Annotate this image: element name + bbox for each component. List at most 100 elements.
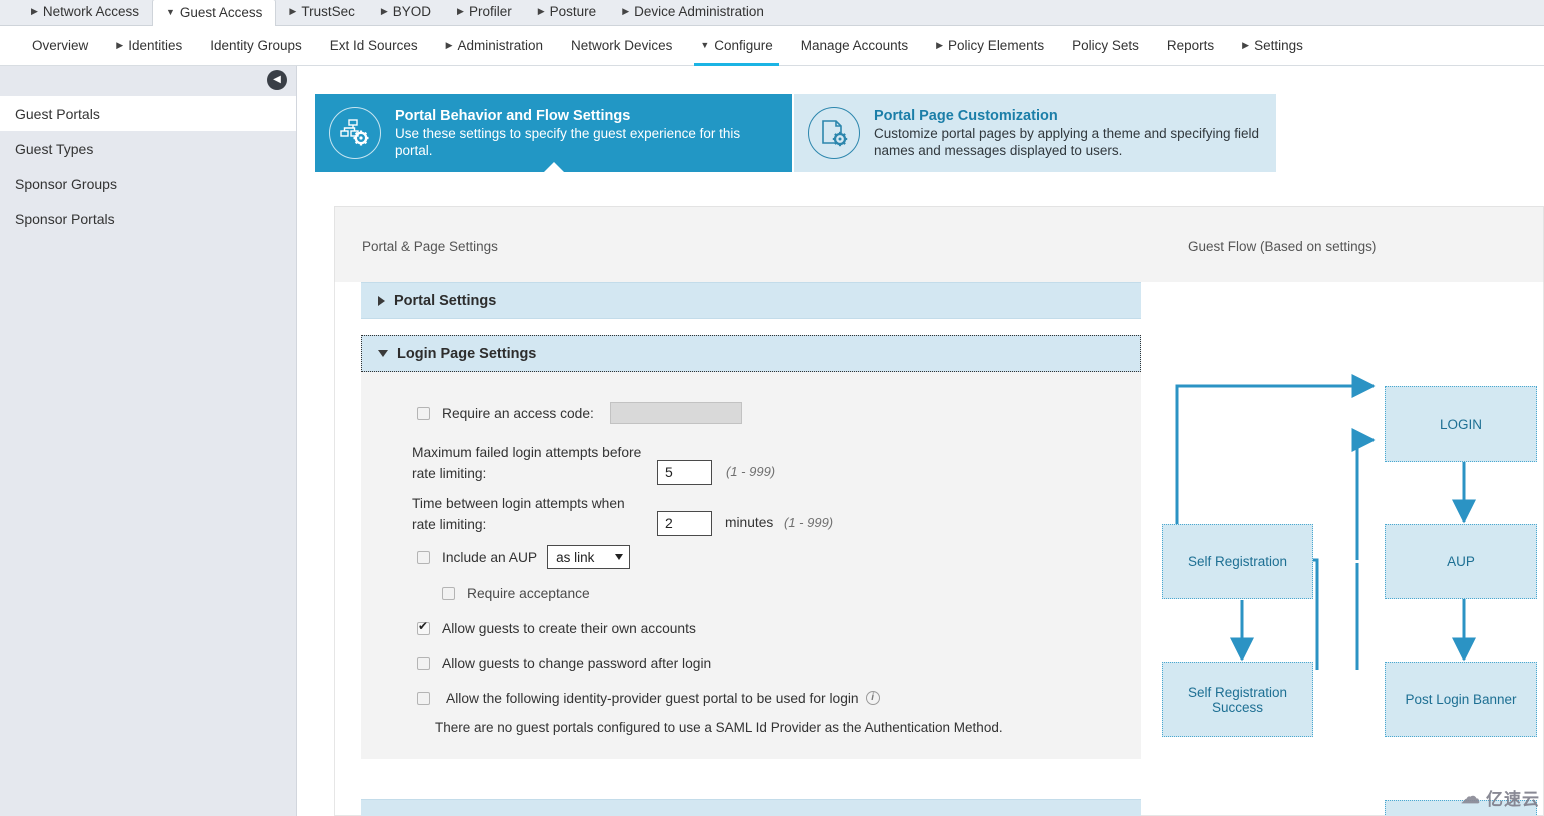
chevron-left-icon[interactable]: ◀ <box>267 70 287 90</box>
caret-right-icon: ▶ <box>1242 40 1250 50</box>
flow-node-login[interactable]: LOGIN <box>1385 386 1537 462</box>
tab-description: Use these settings to specify the guest … <box>395 126 741 158</box>
nav-tab-label: Administration <box>457 38 544 53</box>
nav-tab-policy-sets[interactable]: Policy Sets <box>1058 26 1153 66</box>
row-include-aup: Include an AUP as link <box>361 541 1141 573</box>
require-access-code-label: Require an access code: <box>442 405 594 421</box>
allow-change-password-checkbox[interactable] <box>417 656 430 670</box>
settings-step-tabs: Portal Behavior and Flow Settings Use th… <box>315 94 1276 173</box>
max-failed-input[interactable]: 5 <box>657 460 712 485</box>
flow-node-post-login-banner[interactable]: Post Login Banner <box>1385 662 1537 737</box>
sidebar-item-label: Sponsor Portals <box>15 210 115 227</box>
sidebar-item-sponsor-groups[interactable]: Sponsor Groups <box>0 166 296 201</box>
flow-node-aup[interactable]: AUP <box>1385 524 1537 599</box>
info-icon[interactable]: i <box>865 691 880 705</box>
product-tab-network-access[interactable]: ▶ Network Access <box>18 0 152 25</box>
caret-right-icon: ▶ <box>537 6 545 16</box>
portal-page-settings-title: Portal & Page Settings <box>362 239 498 254</box>
triangle-right-icon <box>378 295 385 306</box>
guest-flow-diagram: LOGIN Self Registration AUP Self Registr… <box>1152 150 1544 816</box>
nav-tab-configure[interactable]: ▼ Configure <box>686 26 786 66</box>
section-next-collapsed-header[interactable] <box>361 799 1141 816</box>
require-acceptance-checkbox[interactable] <box>442 586 455 600</box>
nav-tab-administration[interactable]: ▶ Administration <box>432 26 557 66</box>
flow-node-self-registration[interactable]: Self Registration <box>1162 524 1313 599</box>
nav-tab-identities[interactable]: ▶ Identities <box>102 26 196 66</box>
section-login-page-settings-header[interactable]: Login Page Settings <box>361 335 1141 372</box>
include-aup-label: Include an AUP <box>442 549 538 565</box>
aup-display-select[interactable]: as link <box>547 545 631 569</box>
row-time-between-login-attempts: Time between login attempts when rate li… <box>361 493 1141 537</box>
nav-tab-ext-id-sources[interactable]: Ext Id Sources <box>316 26 432 66</box>
section-portal-settings-header[interactable]: Portal Settings <box>361 282 1141 319</box>
allow-create-accounts-label: Allow guests to create their own account… <box>442 620 696 636</box>
nav-tab-label: Configure <box>714 38 773 53</box>
flow-node-self-registration-success[interactable]: Self Registration Success <box>1162 662 1313 737</box>
nav-tab-label: Identities <box>128 38 183 53</box>
allow-change-password-label: Allow guests to change password after lo… <box>442 655 712 671</box>
caret-right-icon: ▶ <box>116 40 124 50</box>
require-acceptance-label: Require acceptance <box>467 585 590 601</box>
nav-tab-label: Network Devices <box>571 38 673 53</box>
secondary-nav-bar: Overview ▶ Identities Identity Groups Ex… <box>0 26 1544 66</box>
product-tab-label: Device Administration <box>634 4 764 19</box>
sidebar-item-label: Guest Types <box>15 140 94 157</box>
product-tab-label: Posture <box>549 4 597 19</box>
nav-tab-label: Settings <box>1254 38 1303 53</box>
caret-right-icon: ▶ <box>31 6 38 16</box>
cloud-icon: ☁ <box>1461 787 1481 808</box>
flow-gear-icon <box>329 107 381 159</box>
product-tab-bar: ▶ Network Access ▼ Guest Access ▶ TrustS… <box>0 0 1544 26</box>
include-aup-checkbox[interactable] <box>417 550 430 564</box>
product-tab-posture[interactable]: ▶ Posture <box>525 0 609 25</box>
row-max-failed-login-attempts: Maximum failed login attempts before rat… <box>361 442 1141 486</box>
row-require-acceptance: Require acceptance <box>361 577 1141 609</box>
require-access-code-checkbox[interactable] <box>417 406 430 420</box>
tab-title: Portal Page Customization <box>874 108 1058 124</box>
product-tab-trustsec[interactable]: ▶ TrustSec <box>276 0 367 25</box>
row-require-access-code: Require an access code: <box>361 398 1141 428</box>
access-code-input[interactable] <box>609 402 742 424</box>
nav-tab-label: Reports <box>1166 38 1215 53</box>
section-title: Login Page Settings <box>397 345 537 362</box>
row-allow-idp-portal: Allow the following identity-provider gu… <box>361 682 1141 714</box>
product-tab-guest-access[interactable]: ▼ Guest Access <box>151 0 277 26</box>
product-tab-byod[interactable]: ▶ BYOD <box>368 0 444 25</box>
time-between-label: Time between login attempts when rate li… <box>412 496 625 532</box>
nav-tab-overview[interactable]: Overview <box>18 26 102 66</box>
nav-tab-policy-elements[interactable]: ▶ Policy Elements <box>922 26 1058 66</box>
time-between-input[interactable]: 2 <box>657 511 712 536</box>
nav-tab-label: Policy Elements <box>948 38 1045 53</box>
main-content: Portal Behavior and Flow Settings Use th… <box>297 66 1544 816</box>
nav-tab-network-devices[interactable]: Network Devices <box>557 26 686 66</box>
tab-title: Portal Behavior and Flow Settings <box>395 108 631 124</box>
nav-tab-identity-groups[interactable]: Identity Groups <box>196 26 316 66</box>
product-tab-device-administration[interactable]: ▶ Device Administration <box>609 0 777 25</box>
caret-right-icon: ▶ <box>289 6 297 16</box>
sidebar-item-sponsor-portals[interactable]: Sponsor Portals <box>0 201 296 236</box>
tab-portal-behavior-and-flow-settings[interactable]: Portal Behavior and Flow Settings Use th… <box>315 94 792 173</box>
caret-right-icon: ▶ <box>457 6 464 16</box>
watermark: ☁ 亿速云 <box>1461 785 1540 810</box>
sidebar-item-guest-portals[interactable]: Guest Portals <box>0 96 296 131</box>
product-tab-label: BYOD <box>392 4 432 19</box>
allow-create-accounts-checkbox[interactable] <box>417 620 430 635</box>
product-tab-label: Profiler <box>468 4 512 19</box>
nav-tab-settings[interactable]: ▶ Settings <box>1228 26 1317 66</box>
product-tab-label: Guest Access <box>179 5 263 20</box>
nav-tab-manage-accounts[interactable]: Manage Accounts <box>787 26 922 66</box>
nav-tab-reports[interactable]: Reports <box>1153 26 1228 66</box>
caret-down-icon: ▼ <box>165 7 175 17</box>
chevron-down-icon <box>615 554 624 560</box>
sidebar-item-guest-types[interactable]: Guest Types <box>0 131 296 166</box>
nav-tab-label: Manage Accounts <box>800 38 909 53</box>
sidebar-collapse-row: ◀ <box>0 66 296 96</box>
triangle-down-icon <box>378 350 388 357</box>
product-tab-profiler[interactable]: ▶ Profiler <box>444 0 525 25</box>
sidebar-item-label: Guest Portals <box>15 105 100 122</box>
caret-right-icon: ▶ <box>445 40 453 50</box>
row-allow-create-accounts: Allow guests to create their own account… <box>361 612 1141 644</box>
product-tab-label: Network Access <box>42 4 139 19</box>
caret-right-icon: ▶ <box>380 6 388 16</box>
allow-idp-portal-checkbox[interactable] <box>417 691 430 705</box>
